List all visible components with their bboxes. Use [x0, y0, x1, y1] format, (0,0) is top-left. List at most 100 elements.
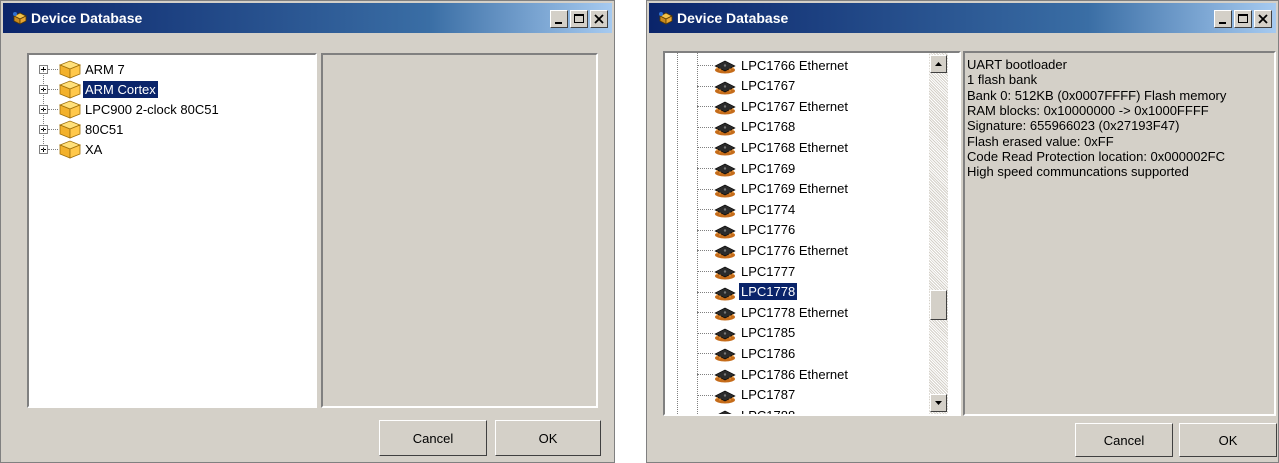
close-icon [1258, 14, 1268, 24]
tree-item[interactable]: 80C51 [57, 119, 125, 139]
device-info-line: RAM blocks: 0x10000000 -> 0x1000FFFF [967, 102, 1209, 118]
device-label: LPC1776 Ethernet [741, 242, 848, 258]
chip-icon [714, 266, 736, 280]
cancel-button[interactable]: Cancel [1075, 423, 1173, 457]
device-list-item[interactable]: LPC1786 [711, 343, 797, 363]
chip-icon [714, 143, 736, 156]
tree-item[interactable]: ARM 7 [57, 59, 127, 79]
device-label: LPC1777 [741, 263, 796, 279]
arrow-down-icon [935, 401, 942, 405]
minimize-icon [1219, 22, 1226, 24]
tree-item[interactable]: ARM Cortex [57, 79, 158, 99]
device-list-item[interactable]: LPC1777 [711, 261, 797, 281]
device-label: LPC1785 [741, 325, 796, 341]
family-tree[interactable]: ARM 7 ARM Cortex LPC900 2-clock 80C51 80C51… [27, 53, 317, 408]
cube-folder-icon [58, 100, 82, 119]
device-list-item[interactable]: LPC1786 Ethernet [711, 364, 850, 384]
chip-icon [714, 122, 736, 136]
device-info-line: Code Read Protection location: 0x000002F… [967, 148, 1225, 164]
device-label: LPC1767 Ethernet [741, 98, 848, 114]
tree-item[interactable]: XA [57, 139, 104, 159]
device-info-panel: UART bootloader 1 flash bank Bank 0: 512KB… [963, 51, 1276, 416]
device-list-item[interactable]: LPC1778 [711, 282, 798, 302]
scrollbar-track[interactable] [929, 53, 948, 414]
device-list-item[interactable]: LPC1769 Ethernet [711, 179, 850, 199]
chip-icon [714, 81, 736, 95]
device-list-item[interactable]: LPC1767 Ethernet [711, 96, 850, 116]
device-label: LPC1768 Ethernet [741, 139, 848, 155]
chip-icon [714, 225, 736, 239]
device-label: LPC1768 [741, 119, 796, 135]
device-label: LPC1769 [741, 160, 796, 176]
device-label: LPC1787 [741, 387, 796, 403]
chip-icon [714, 60, 736, 74]
device-list-item[interactable]: LPC1776 [711, 220, 797, 240]
minimize-button[interactable] [550, 10, 568, 28]
device-list-item[interactable]: LPC1778 Ethernet [711, 302, 850, 322]
device-tree[interactable]: LPC1766 Ethernet LPC1767 LPC1767 Ethernet L… [663, 51, 961, 416]
device-list-item[interactable]: LPC1767 [711, 76, 797, 96]
tree-connector-vertical [677, 53, 678, 414]
tree-item-label: ARM Cortex [83, 80, 158, 98]
device-list-item[interactable]: LPC1769 [711, 158, 797, 178]
device-list-item[interactable]: LPC1788 [711, 405, 797, 416]
close-button[interactable] [590, 10, 608, 28]
description-panel [321, 53, 598, 408]
device-label: LPC1778 [739, 283, 798, 301]
cube-folder-icon [58, 60, 82, 79]
chip-icon [714, 204, 736, 218]
chip-icon [714, 390, 736, 404]
device-label: LPC1788 [741, 407, 796, 416]
maximize-button[interactable] [570, 10, 588, 28]
device-label: LPC1766 Ethernet [741, 57, 848, 73]
chip-icon [714, 246, 736, 259]
device-list-item[interactable]: LPC1785 [711, 323, 797, 343]
tree-item[interactable]: LPC900 2-clock 80C51 [57, 99, 221, 119]
tree-item-label: ARM 7 [85, 61, 125, 77]
close-icon [594, 14, 604, 24]
scroll-up-button[interactable] [930, 55, 947, 73]
device-database-window-devices: Device Database LPC1766 Ethernet LPC1767 L… [646, 0, 1279, 463]
device-info-line: UART bootloader [967, 57, 1067, 72]
device-list-item[interactable]: LPC1787 [711, 385, 797, 405]
cancel-button[interactable]: Cancel [379, 420, 487, 456]
device-info-line: Flash erased value: 0xFF [967, 133, 1114, 149]
chip-icon [714, 184, 736, 198]
chip-icon [718, 410, 732, 414]
tree-connector-vertical [43, 70, 44, 150]
device-list-item[interactable]: LPC1768 [711, 117, 797, 137]
maximize-icon [1238, 14, 1248, 23]
device-label: LPC1767 [741, 78, 796, 94]
device-list-item[interactable]: LPC1774 [711, 199, 797, 219]
device-list-item[interactable]: LPC1776 Ethernet [711, 240, 850, 260]
ok-button[interactable]: OK [495, 420, 601, 456]
window-title: Device Database [677, 10, 789, 26]
ok-button[interactable]: OK [1179, 423, 1277, 457]
tree-item-label: 80C51 [85, 121, 124, 137]
cube-folder-icon [58, 120, 82, 139]
minimize-icon [555, 22, 562, 24]
device-label: LPC1786 Ethernet [741, 366, 848, 382]
device-database-window-family: Device Database ARM 7 ARM Cortex LPC900 2-… [0, 0, 615, 463]
app-icon [13, 12, 27, 25]
cube-folder-icon [58, 140, 82, 159]
device-list-item[interactable]: LPC1766 Ethernet [711, 55, 850, 75]
chip-icon [714, 287, 736, 301]
tree-connector [697, 415, 713, 416]
title-bar[interactable]: Device Database [3, 3, 612, 33]
device-list-item[interactable]: LPC1768 Ethernet [711, 137, 850, 157]
chip-icon [714, 307, 736, 321]
chip-icon [714, 163, 736, 177]
device-label: LPC1786 [741, 345, 796, 361]
title-bar[interactable]: Device Database [649, 3, 1276, 33]
cube-folder-icon [58, 80, 82, 99]
scroll-down-button[interactable] [930, 394, 947, 412]
device-info-line: 1 flash bank [967, 72, 1038, 88]
device-label: LPC1769 Ethernet [741, 181, 848, 197]
window-title: Device Database [31, 10, 143, 26]
minimize-button[interactable] [1214, 10, 1232, 28]
maximize-button[interactable] [1234, 10, 1252, 28]
scrollbar-thumb[interactable] [930, 290, 947, 320]
arrow-up-icon [935, 62, 942, 66]
close-button[interactable] [1254, 10, 1272, 28]
